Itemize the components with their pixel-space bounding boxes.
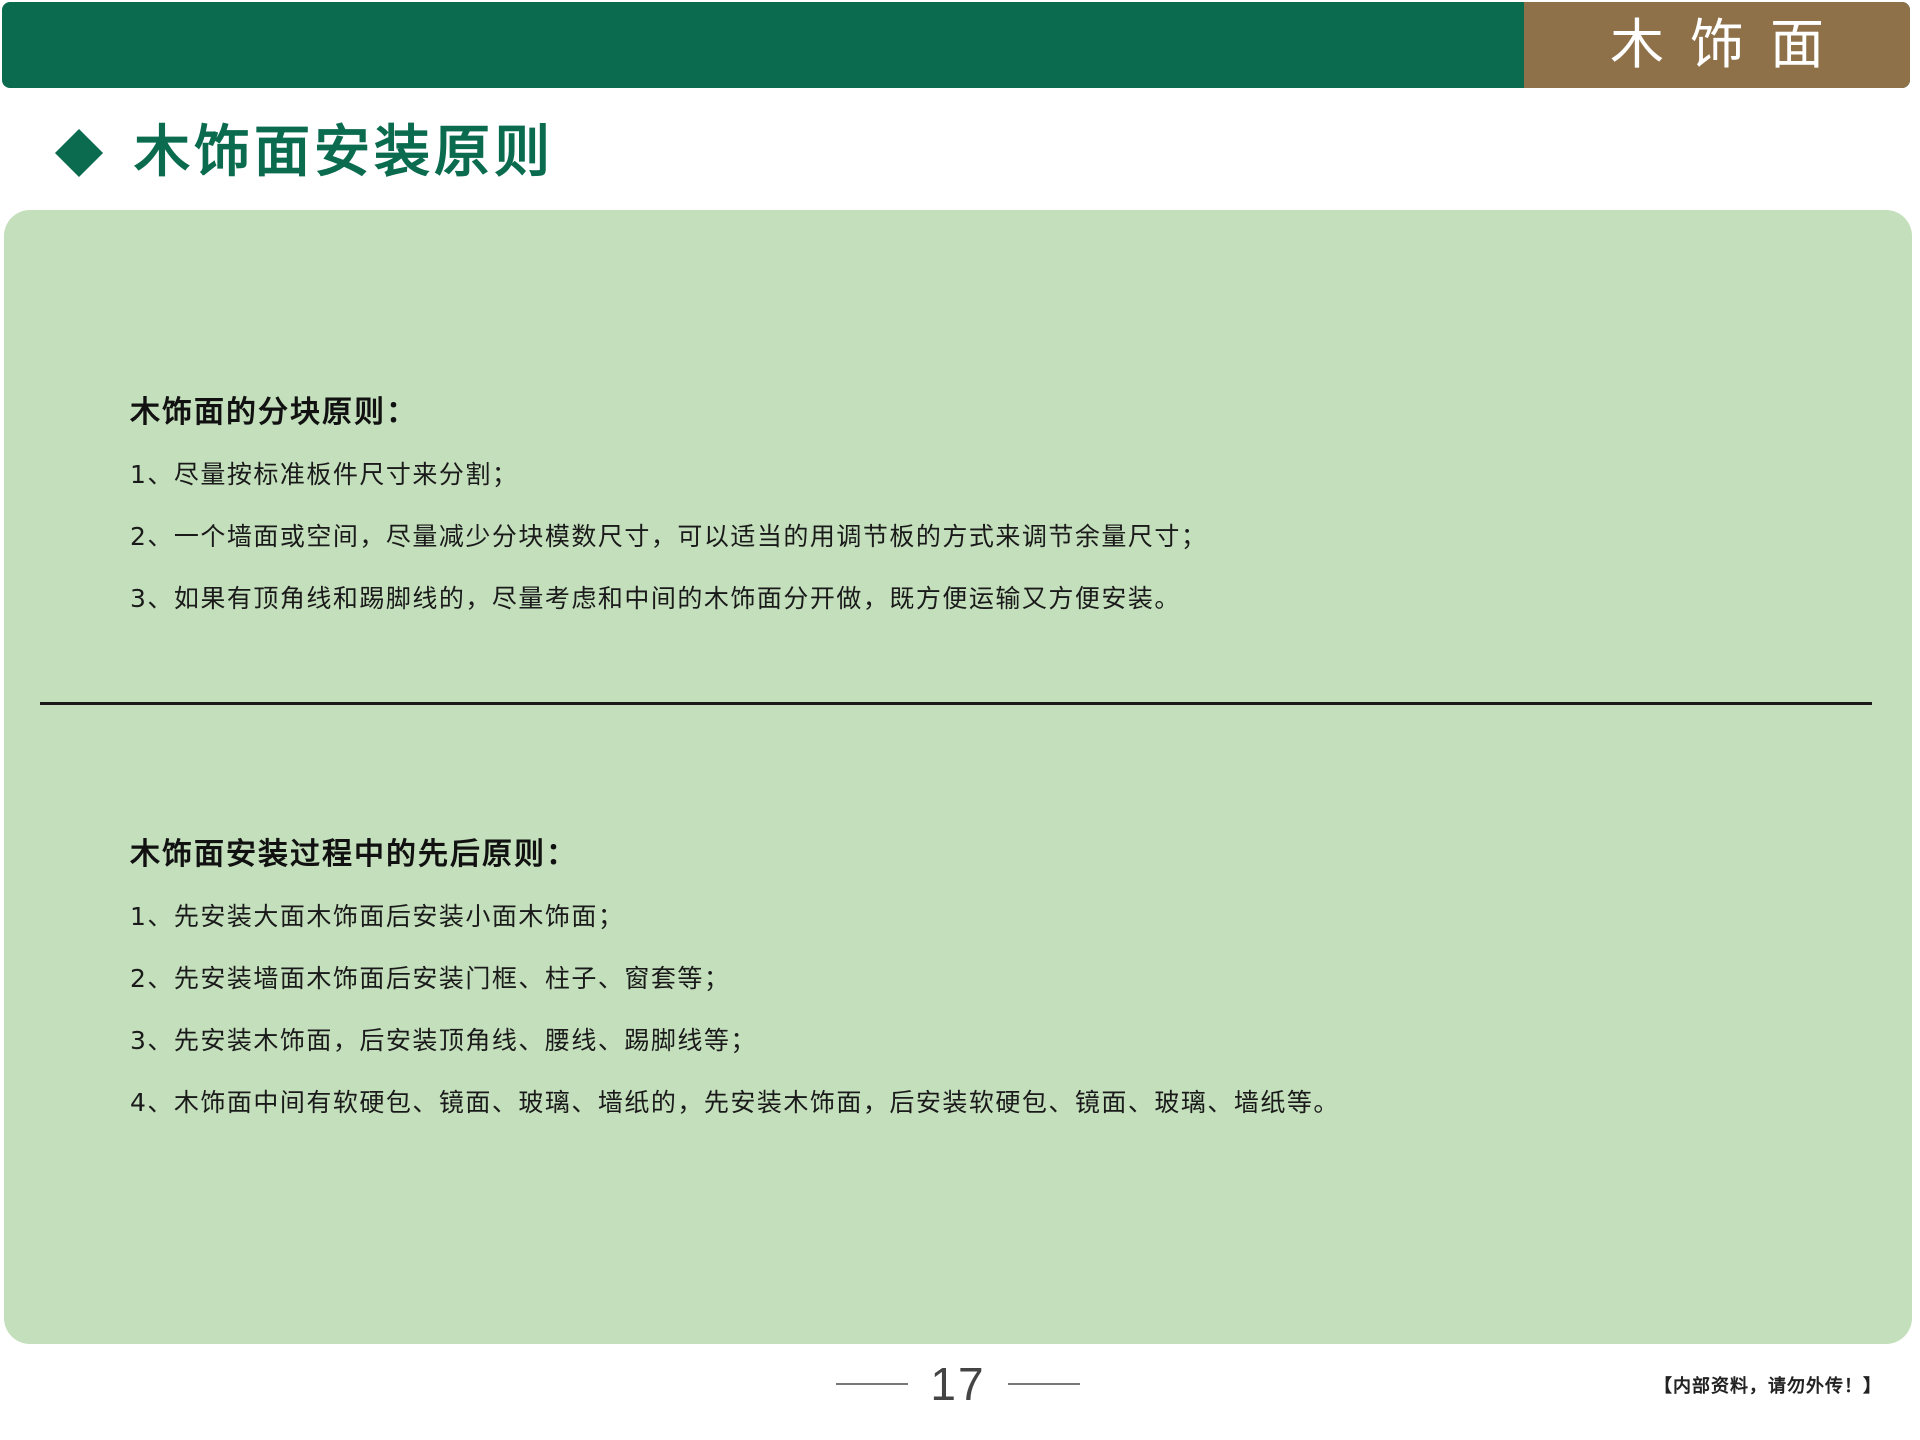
diamond-icon [54,128,104,178]
page-number: 17 [930,1358,986,1410]
header-tab-label: 木饰面 [1610,13,1850,76]
principle-title: 木饰面的分块原则： [130,395,418,430]
footer-rule-left [836,1383,909,1385]
confidential-note: 【内部资料，请勿外传！】 [1654,1376,1882,1397]
principle-item: 1、尽量按标准板件尺寸来分割； [130,460,519,489]
section-title: 木饰面安装原则 [134,120,554,185]
content-panel: 木饰面的分块原则： 1、尽量按标准板件尺寸来分割； 2、一个墙面或空间，尽量减少… [4,210,1912,1344]
principle-item: 1、先安装大面木饰面后安装小面木饰面； [130,902,625,931]
principle-item: 3、先安装木饰面，后安装顶角线、腰线、踢脚线等； [130,1026,757,1055]
footer-rule-right [1007,1383,1080,1385]
principle-item: 2、一个墙面或空间，尽量减少分块模数尺寸，可以适当的用调节板的方式来调节余量尺寸… [130,522,1208,551]
header-bar: 木饰面 [2,2,1910,88]
section-heading: 木饰面安装原则 [54,118,554,188]
principle-item: 3、如果有顶角线和踢脚线的，尽量考虑和中间的木饰面分开做，既方便运输又方便安装。 [130,584,1181,613]
principle-item: 2、先安装墙面木饰面后安装门框、柱子、窗套等； [130,964,731,993]
principle-item: 4、木饰面中间有软硬包、镜面、玻璃、墙纸的，先安装木饰面，后安装软硬包、镜面、玻… [130,1088,1340,1117]
header-tab: 木饰面 [1524,2,1910,88]
principle-title: 木饰面安装过程中的先后原则： [130,837,578,872]
principle-block-sequence: 木饰面安装过程中的先后原则： 1、先安装大面木饰面后安装小面木饰面； 2、先安装… [130,824,1340,1134]
section-divider [40,702,1872,705]
page-number-area: 17 [834,1354,1082,1414]
principle-block-partition: 木饰面的分块原则： 1、尽量按标准板件尺寸来分割； 2、一个墙面或空间，尽量减少… [130,382,1207,630]
